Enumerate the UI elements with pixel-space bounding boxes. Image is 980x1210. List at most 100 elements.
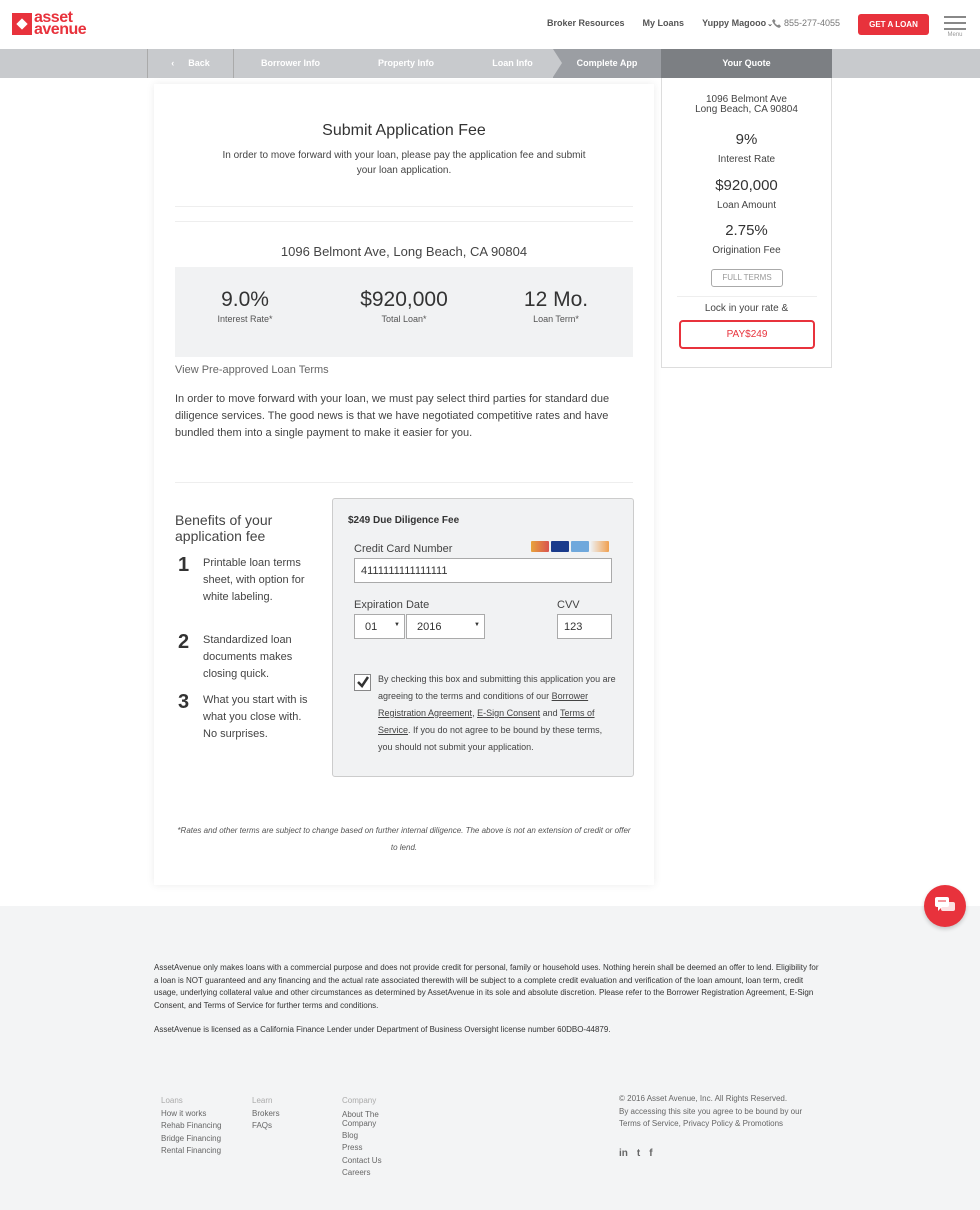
footer-privacy-link[interactable]: , Privacy Policy & Promotions bbox=[679, 1119, 783, 1128]
property-address: 1096 Belmont Ave, Long Beach, CA 90804 bbox=[280, 244, 528, 259]
footer-tos-link[interactable]: Terms of Service bbox=[619, 1119, 679, 1128]
nav-broker-resources[interactable]: Broker Resources bbox=[547, 18, 625, 28]
exp-month-value: 01 bbox=[365, 621, 378, 633]
quote-address-line-2: Long Beach, CA 90804 bbox=[695, 104, 798, 115]
quote-value: 2.75% bbox=[725, 222, 768, 239]
footer-col-company: Company About The Company Blog Press Con… bbox=[342, 1095, 402, 1180]
cc-number-label: Credit Card Number bbox=[354, 543, 453, 555]
phone-number: 855-277-4055 bbox=[784, 18, 841, 28]
step-borrower-info[interactable]: Borrower Info bbox=[234, 49, 347, 78]
agreement-text-2: . If you do not agree to be bound by the… bbox=[378, 725, 603, 752]
benefit-text: Printable loan terms sheet, with option … bbox=[203, 557, 305, 603]
logo-mark-icon bbox=[12, 13, 32, 35]
lock-rate-text: Lock in your rate & bbox=[704, 303, 789, 314]
exp-year-select[interactable]: 2016 ▼ bbox=[406, 614, 485, 639]
quote-interest-rate: 9% Interest Rate bbox=[662, 131, 831, 165]
discover-icon bbox=[591, 541, 609, 552]
hamburger-menu-button[interactable]: Menu bbox=[944, 16, 966, 38]
footer-link[interactable]: Rehab Financing bbox=[161, 1120, 221, 1133]
site-header: asset avenue Broker Resources My Loans Y… bbox=[0, 0, 980, 49]
your-quote-header: Your Quote bbox=[661, 49, 832, 78]
stat-interest-rate: 9.0% Interest Rate* bbox=[195, 288, 295, 324]
agreement-text: By checking this box and submitting this… bbox=[378, 674, 616, 752]
hamburger-icon bbox=[944, 16, 966, 18]
nav-my-loans[interactable]: My Loans bbox=[643, 18, 685, 28]
stat-loan-term: 12 Mo. Loan Term* bbox=[506, 288, 606, 324]
step-property-info[interactable]: Property Info bbox=[347, 49, 465, 78]
agree-checkbox[interactable] bbox=[354, 674, 371, 691]
full-terms-button[interactable]: FULL TERMS bbox=[711, 269, 783, 287]
footer-license: AssetAvenue is licensed as a California … bbox=[154, 1025, 611, 1034]
esign-consent-link[interactable]: E-Sign Consent bbox=[477, 708, 540, 718]
logo[interactable]: asset avenue bbox=[12, 10, 87, 38]
footer-link[interactable]: Blog bbox=[342, 1130, 402, 1143]
expiration-label: Expiration Date bbox=[354, 599, 430, 611]
divider bbox=[175, 221, 633, 222]
benefit-number: 3 bbox=[178, 691, 190, 713]
facebook-icon[interactable]: f bbox=[649, 1148, 652, 1159]
twitter-icon[interactable]: t bbox=[637, 1148, 640, 1159]
pay-button[interactable]: PAY$249 bbox=[679, 320, 815, 349]
stat-label: Interest Rate* bbox=[217, 314, 273, 324]
top-nav: Broker Resources My Loans Yuppy Magooo⌄ bbox=[547, 18, 791, 28]
nav-user-menu[interactable]: Yuppy Magooo⌄ bbox=[702, 18, 773, 28]
cvv-input[interactable]: 123 bbox=[557, 614, 612, 639]
footer-link[interactable]: Brokers bbox=[252, 1108, 280, 1121]
quote-label: Origination Fee bbox=[712, 245, 781, 256]
stat-value: $920,000 bbox=[360, 288, 448, 311]
footer-legal: AssetAvenue only makes loans with a comm… bbox=[154, 963, 819, 1010]
footer-link[interactable]: How it works bbox=[161, 1108, 221, 1121]
stat-label: Total Loan* bbox=[381, 314, 427, 324]
cvv-label: CVV bbox=[557, 599, 580, 611]
benefit-text: Standardized loan documents makes closin… bbox=[203, 634, 293, 680]
stat-total-loan: $920,000 Total Loan* bbox=[339, 288, 469, 324]
linkedin-icon[interactable]: in bbox=[619, 1148, 628, 1159]
benefit-text: What you start with is what you close wi… bbox=[203, 694, 308, 740]
loan-stats: 9.0% Interest Rate* $920,000 Total Loan*… bbox=[175, 267, 633, 357]
footer-copyright: © 2016 Asset Avenue, Inc. All Rights Res… bbox=[619, 1093, 839, 1131]
intro-paragraph: In order to move forward with your loan,… bbox=[175, 393, 610, 439]
payment-title: $249 Due Diligence Fee bbox=[348, 515, 460, 526]
page-title: Submit Application Fee bbox=[322, 122, 486, 139]
quote-address: 1096 Belmont Ave Long Beach, CA 90804 bbox=[662, 95, 831, 115]
footer-col-loans: Loans How it works Rehab Financing Bridg… bbox=[161, 1095, 221, 1158]
step-loan-info[interactable]: Loan Info bbox=[465, 49, 560, 78]
social-links: in t f bbox=[619, 1148, 662, 1159]
stat-value: 9.0% bbox=[221, 288, 269, 311]
payment-form: $249 Due Diligence Fee Credit Card Numbe… bbox=[332, 498, 634, 777]
quote-label: Loan Amount bbox=[717, 200, 776, 211]
back-button[interactable]: ‹ Back bbox=[147, 49, 234, 78]
amex-icon bbox=[571, 541, 589, 552]
quote-value: $920,000 bbox=[715, 177, 778, 194]
get-a-loan-button[interactable]: GET A LOAN bbox=[858, 14, 929, 35]
footer-link[interactable]: Careers bbox=[342, 1167, 402, 1180]
footer-col-heading: Learn bbox=[252, 1096, 273, 1105]
footer-link[interactable]: Bridge Financing bbox=[161, 1133, 221, 1146]
hamburger-line bbox=[944, 22, 966, 24]
progress-steps: ‹ Back Borrower Info Property Info Loan I… bbox=[0, 49, 980, 78]
quote-value: 9% bbox=[735, 131, 758, 148]
site-footer: AssetAvenue only makes loans with a comm… bbox=[0, 906, 980, 1210]
footer-link[interactable]: Rental Financing bbox=[161, 1145, 221, 1158]
phone-link[interactable]: 855-277-4055 bbox=[772, 18, 840, 28]
step-complete-app[interactable]: Complete App bbox=[553, 49, 661, 78]
quote-panel: 1096 Belmont Ave Long Beach, CA 90804 9%… bbox=[661, 78, 832, 368]
view-pre-approved-terms-link[interactable]: View Pre-approved Loan Terms bbox=[175, 364, 329, 376]
footer-link[interactable]: About The Company bbox=[342, 1110, 402, 1128]
disclaimer: *Rates and other terms are subject to ch… bbox=[177, 826, 631, 852]
visa-icon bbox=[551, 541, 569, 552]
phone-icon bbox=[772, 18, 781, 28]
user-name: Yuppy Magooo bbox=[702, 18, 767, 28]
back-label: Back bbox=[188, 58, 210, 68]
stat-label: Loan Term* bbox=[533, 314, 579, 324]
chat-button[interactable] bbox=[924, 885, 966, 927]
benefit-number: 1 bbox=[178, 554, 190, 576]
footer-link[interactable]: FAQs bbox=[252, 1120, 280, 1133]
exp-month-select[interactable]: 01 ▼ bbox=[354, 614, 405, 639]
footer-link[interactable]: Contact Us bbox=[342, 1155, 402, 1168]
agree-text: By accessing this site you agree to be b… bbox=[619, 1106, 803, 1116]
footer-link[interactable]: Press bbox=[342, 1142, 402, 1155]
menu-label: Menu bbox=[947, 32, 963, 38]
footer-col-heading: Company bbox=[342, 1096, 377, 1105]
cc-number-input[interactable]: 4111111111111111 bbox=[354, 558, 612, 583]
